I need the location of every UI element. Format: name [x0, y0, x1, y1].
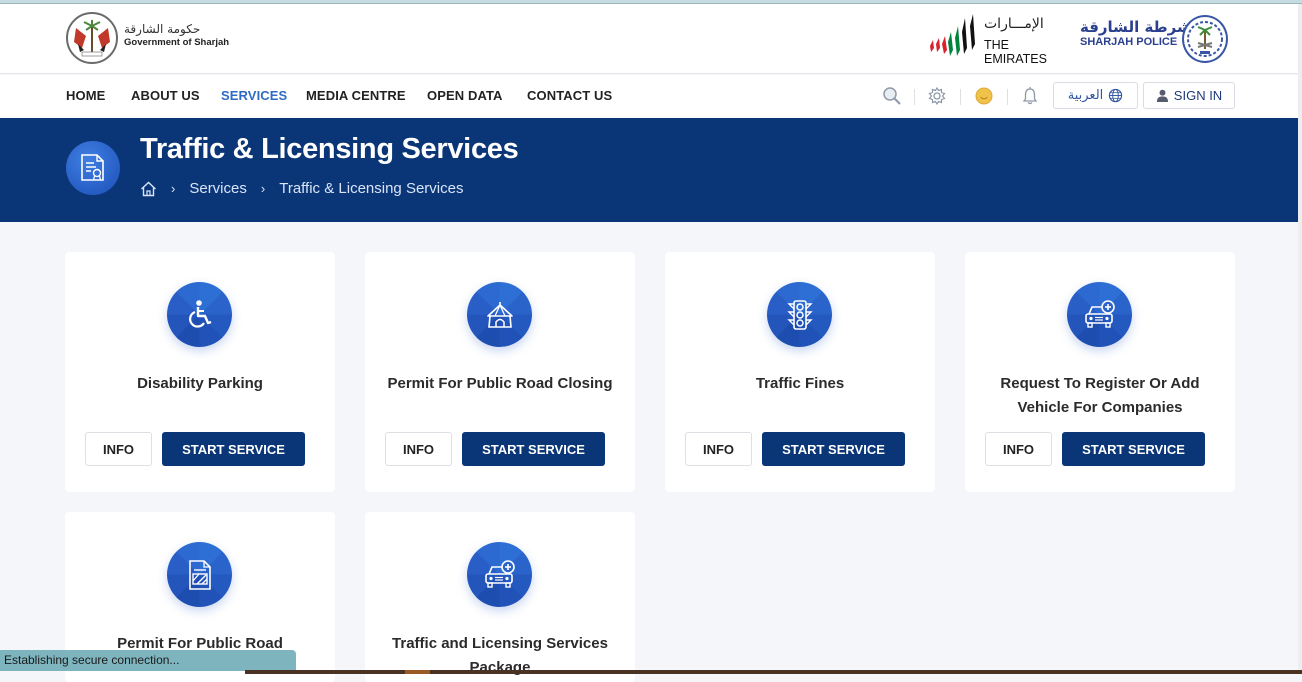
service-title: Traffic Fines	[755, 375, 845, 392]
start-service-button[interactable]: START SERVICE	[462, 432, 605, 466]
smiley-icon[interactable]	[973, 85, 995, 107]
nav-open-data[interactable]: OPEN DATA	[427, 88, 503, 103]
nav-divider	[914, 89, 915, 105]
nav-divider	[1007, 89, 1008, 105]
car-add-icon	[1067, 282, 1132, 347]
globe-icon	[1109, 88, 1123, 103]
language-label: العربية	[1067, 88, 1104, 103]
emirates-bars-icon	[930, 14, 975, 56]
search-icon[interactable]	[881, 85, 903, 107]
info-button[interactable]: INFO	[85, 432, 152, 466]
start-service-button[interactable]: START SERVICE	[162, 432, 305, 466]
breadcrumb-services[interactable]: Services	[189, 180, 247, 197]
start-service-button[interactable]: START SERVICE	[1062, 432, 1205, 466]
user-icon	[1156, 89, 1168, 102]
nav-home[interactable]: HOME	[66, 88, 105, 103]
nav-media-centre[interactable]: MEDIA CENTRE	[306, 88, 406, 103]
page-title: Traffic & Licensing Services	[140, 133, 519, 165]
nav-about-us[interactable]: ABOUT US	[131, 88, 200, 103]
government-logo-english: Government of Sharjah	[124, 37, 230, 48]
page-banner: Traffic & Licensing Services › Services …	[0, 118, 1298, 222]
police-logo-english: SHARJAH POLICE	[1080, 36, 1178, 48]
site-header: حكومة الشارقة Government of Sharjah الإم…	[0, 4, 1298, 74]
nav-divider	[960, 89, 961, 105]
taskbar-strip	[245, 670, 1302, 674]
the-emirates-logo[interactable]: الإمـــارات THE EMIRATES	[928, 14, 1068, 66]
emirates-logo-english: THE EMIRATES	[984, 38, 1047, 66]
main-navigation: HOME ABOUT US SERVICES MEDIA CENTRE OPEN…	[0, 75, 1298, 118]
vertical-scrollbar[interactable]	[1298, 4, 1302, 674]
breadcrumb: › Services › Traffic & Licensing Service…	[140, 180, 463, 197]
tent-icon	[467, 282, 532, 347]
start-service-button[interactable]: START SERVICE	[762, 432, 905, 466]
chevron-right-icon: ›	[260, 181, 266, 196]
car-add-icon	[467, 542, 532, 607]
sign-in-button[interactable]: SIGN IN	[1143, 82, 1235, 109]
service-title: Request To Register Or Add Vehicle For C…	[1000, 375, 1200, 416]
language-toggle-button[interactable]: العربية	[1053, 82, 1138, 109]
wheelchair-icon	[167, 282, 232, 347]
info-button[interactable]: INFO	[385, 432, 452, 466]
service-card: Traffic Fines INFO START SERVICE	[665, 252, 935, 492]
info-button[interactable]: INFO	[985, 432, 1052, 466]
emirates-logo-arabic: الإمـــارات	[984, 16, 1044, 32]
government-of-sharjah-emblem[interactable]	[66, 12, 118, 64]
browser-status-bar: Establishing secure connection...	[0, 650, 296, 671]
nav-contact-us[interactable]: CONTACT US	[527, 88, 612, 103]
sharjah-police-emblem[interactable]	[1182, 15, 1228, 63]
service-card: Disability Parking INFO START SERVICE	[65, 252, 335, 492]
certificate-document-icon	[66, 141, 120, 195]
sharjah-police-wordmark[interactable]: شرطة الشارقة SHARJAH POLICE	[1080, 18, 1192, 48]
settings-icon[interactable]	[926, 85, 948, 107]
service-title: Disability Parking	[137, 375, 263, 392]
government-logo-arabic: حكومة الشارقة	[124, 22, 201, 36]
service-card: Traffic and Licensing Services Package	[365, 512, 635, 682]
traffic-light-icon	[767, 282, 832, 347]
taskbar-item	[405, 670, 430, 674]
service-card: Permit For Public Road Closing INFO STAR…	[365, 252, 635, 492]
police-logo-arabic: شرطة الشارقة	[1080, 18, 1192, 36]
document-barrier-icon	[167, 542, 232, 607]
service-title: Permit For Public Road Closing	[387, 375, 613, 392]
breadcrumb-current: Traffic & Licensing Services	[279, 180, 464, 197]
bell-icon[interactable]	[1019, 85, 1041, 107]
info-button[interactable]: INFO	[685, 432, 752, 466]
sign-in-label: SIGN IN	[1173, 88, 1223, 103]
service-card: Request To Register Or Add Vehicle For C…	[965, 252, 1235, 492]
chevron-right-icon: ›	[171, 181, 176, 196]
home-icon[interactable]	[140, 181, 157, 197]
nav-services[interactable]: SERVICES	[221, 88, 287, 103]
